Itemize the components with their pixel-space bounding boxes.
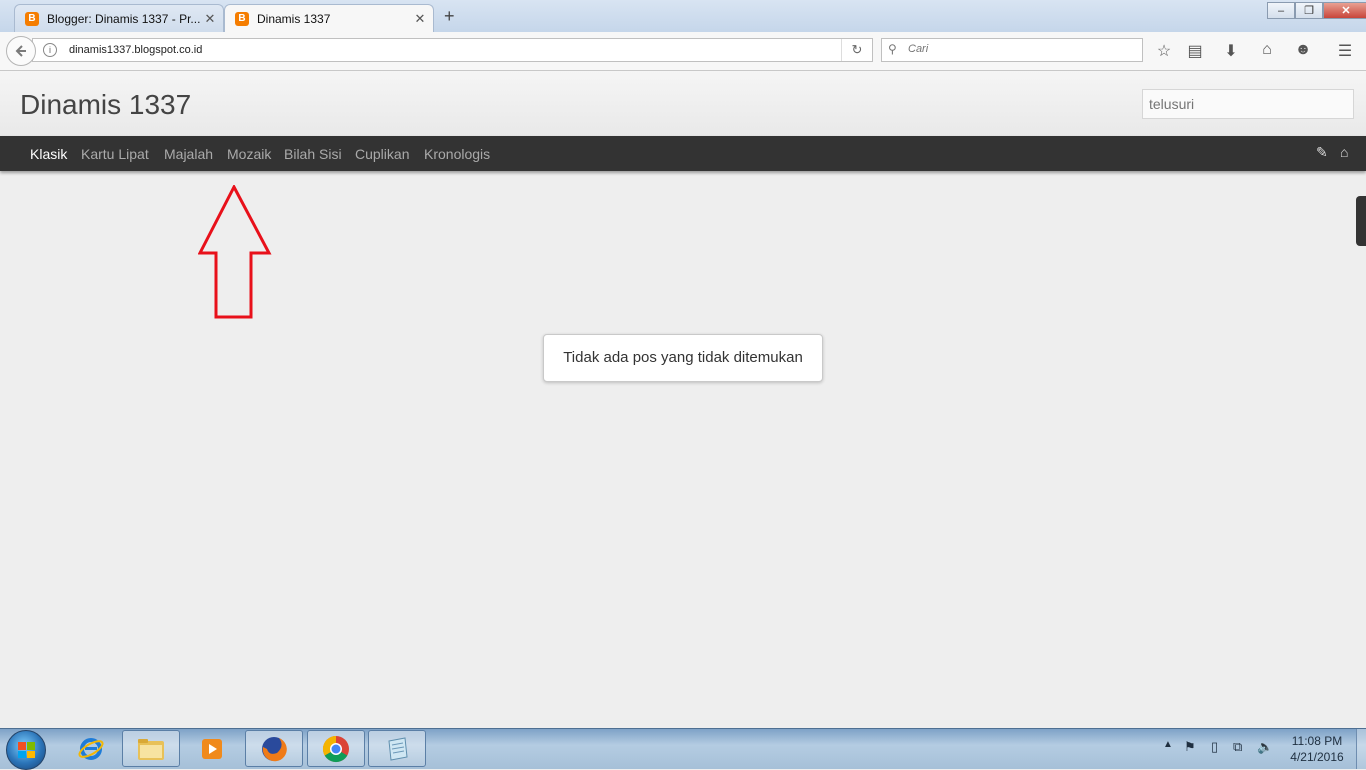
blog-search-input[interactable] [1142, 89, 1354, 119]
firefox-logo-icon [262, 736, 287, 761]
tab-blogger-dashboard[interactable]: B Blogger: Dinamis 1337 - Pr... ✕ [14, 4, 224, 32]
tab-title: Dinamis 1337 [257, 11, 331, 26]
windows-logo-icon [18, 742, 35, 758]
blog-title[interactable]: Dinamis 1337 [20, 89, 191, 121]
chrome-logo-icon [322, 735, 349, 762]
annotation-up-arrow [198, 185, 272, 319]
close-icon[interactable]: ✕ [413, 11, 427, 27]
start-button[interactable] [6, 730, 46, 770]
show-hidden-icons[interactable]: ▲ [1163, 739, 1173, 750]
back-arrow-icon [15, 45, 26, 57]
sidebar-toggle[interactable] [1356, 196, 1366, 246]
windows-taskbar: ▲ ⚑ ▯ ⧉ 🔈 11:08 PM 4/21/2016 [0, 728, 1366, 770]
close-icon[interactable]: ✕ [203, 11, 217, 27]
view-tab-kartu-lipat[interactable]: Kartu Lipat [81, 146, 149, 162]
browser-search-input[interactable] [906, 42, 1130, 56]
home-icon[interactable]: ⌂ [1340, 144, 1348, 160]
battery-icon[interactable]: ▯ [1211, 739, 1218, 755]
url-text[interactable]: dinamis1337.blogspot.co.id [69, 44, 202, 56]
window-controls: ‒ ❐ ✕ [1267, 2, 1366, 20]
show-desktop-button[interactable] [1356, 729, 1366, 769]
close-window-button[interactable]: ✕ [1323, 2, 1366, 19]
file-explorer-icon[interactable] [122, 730, 180, 767]
blog-header: Dinamis 1337 [0, 71, 1366, 136]
clock-date: 4/21/2016 [1290, 750, 1344, 764]
folder-icon [138, 738, 164, 760]
url-bar[interactable]: i dinamis1337.blogspot.co.id ↻ [32, 38, 873, 62]
reload-icon[interactable]: ↻ [841, 39, 872, 61]
new-tab-button[interactable]: + [444, 6, 455, 27]
download-icon[interactable]: ⬇ [1221, 41, 1241, 61]
chat-icon[interactable]: ☻ [1293, 41, 1313, 59]
tab-title: Blogger: Dinamis 1337 - Pr... [47, 11, 201, 26]
reading-list-icon[interactable]: ▤ [1185, 41, 1205, 61]
minimize-button[interactable]: ‒ [1267, 2, 1295, 19]
browser-nav-bar: i dinamis1337.blogspot.co.id ↻ ⚲ ☆ ▤ ⬇ ⌂… [0, 32, 1366, 71]
home-icon[interactable]: ⌂ [1257, 41, 1277, 59]
browser-search-box[interactable]: ⚲ [881, 38, 1143, 62]
menu-icon[interactable]: ☰ [1335, 41, 1355, 61]
system-clock[interactable]: 11:08 PM 4/21/2016 [1284, 733, 1350, 765]
notepad-icon[interactable] [368, 730, 426, 767]
blogger-icon: B [25, 11, 39, 26]
view-tab-cuplikan[interactable]: Cuplikan [355, 146, 409, 162]
firefox-icon[interactable] [245, 730, 303, 767]
view-tab-klasik[interactable]: Klasik [30, 146, 67, 162]
back-button[interactable] [6, 36, 36, 66]
browser-tab-bar: B Blogger: Dinamis 1337 - Pr... ✕ B Dina… [0, 0, 1366, 32]
search-icon: ⚲ [888, 42, 897, 56]
view-tab-majalah[interactable]: Majalah [164, 146, 213, 162]
restore-button[interactable]: ❐ [1295, 2, 1323, 19]
notepad-logo-icon [388, 736, 408, 761]
volume-icon[interactable]: 🔈 [1257, 739, 1273, 755]
tab-dinamis-1337[interactable]: B Dinamis 1337 ✕ [224, 4, 434, 32]
network-icon[interactable]: ⧉ [1233, 739, 1242, 755]
view-tab-mozaik[interactable]: Mozaik [227, 146, 271, 162]
clock-time: 11:08 PM [1291, 734, 1343, 748]
pencil-icon[interactable]: ✎ [1316, 144, 1328, 161]
star-icon[interactable]: ☆ [1154, 41, 1174, 61]
internet-explorer-icon[interactable] [62, 730, 120, 767]
info-icon[interactable]: i [43, 43, 57, 57]
chrome-icon[interactable] [307, 730, 365, 767]
action-center-flag-icon[interactable]: ⚑ [1184, 739, 1196, 755]
ie-logo-icon [78, 737, 104, 760]
view-switcher-bar: Klasik Kartu Lipat Majalah Mozaik Bilah … [0, 136, 1366, 171]
view-tab-kronologis[interactable]: Kronologis [424, 146, 490, 162]
media-player-icon[interactable] [184, 730, 242, 767]
blogger-icon: B [235, 11, 249, 26]
play-icon [202, 738, 222, 759]
no-posts-message: Tidak ada pos yang tidak ditemukan [543, 334, 823, 382]
view-tab-bilah-sisi[interactable]: Bilah Sisi [284, 146, 342, 162]
